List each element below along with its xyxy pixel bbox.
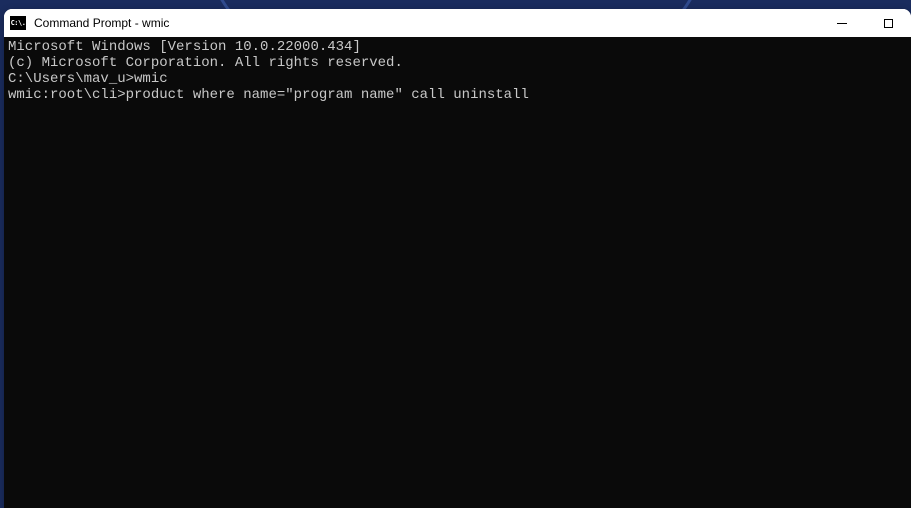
terminal-output[interactable]: Microsoft Windows [Version 10.0.22000.43… [4,37,911,508]
command-prompt-window: C:\. Command Prompt - wmic Microsoft Win… [4,9,911,508]
maximize-icon [884,19,893,28]
minimize-button[interactable] [819,9,865,37]
maximize-button[interactable] [865,9,911,37]
terminal-line: Microsoft Windows [Version 10.0.22000.43… [8,39,907,55]
app-icon: C:\. [10,16,26,30]
window-title: Command Prompt - wmic [34,16,169,30]
window-controls [819,9,911,37]
app-icon-text: C:\. [11,19,26,27]
titlebar[interactable]: C:\. Command Prompt - wmic [4,9,911,37]
minimize-icon [837,23,847,24]
terminal-line: (c) Microsoft Corporation. All rights re… [8,55,907,71]
terminal-line: C:\Users\mav_u>wmic [8,71,907,87]
terminal-line: wmic:root\cli>product where name="progra… [8,87,907,103]
